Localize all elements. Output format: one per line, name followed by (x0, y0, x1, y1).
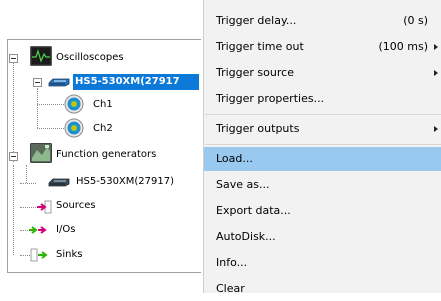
io-arrows-icon (28, 223, 52, 237)
menu-item-trigger-time-out[interactable]: Trigger time out (100 ms) (204, 35, 441, 59)
instrument-tree: Oscilloscopes HS5-530XM(27917 Ch1 Ch2 Fu… (0, 0, 201, 293)
menu-separator (205, 114, 441, 115)
menu-item-label: Export data... (216, 204, 291, 217)
tree-label-scope-device[interactable]: HS5-530XM(27917 (73, 74, 199, 90)
oscilloscope-icon (30, 46, 52, 66)
menu-item-load[interactable]: Load... (204, 147, 441, 171)
collapse-toggle-scope-device[interactable] (33, 78, 42, 87)
usb-instrument-icon (47, 176, 71, 187)
tree-label-sources[interactable]: Sources (56, 199, 96, 213)
menu-item-label: AutoDisk... (216, 230, 276, 243)
menu-item-trigger-properties[interactable]: Trigger properties... (204, 87, 441, 111)
menu-item-export-data[interactable]: Export data... (204, 199, 441, 223)
menu-item-value: (0 s) (403, 14, 428, 27)
tree-label-function-generators[interactable]: Function generators (56, 148, 156, 162)
menu-item-label: Trigger time out (216, 40, 304, 53)
usb-instrument-icon (47, 76, 71, 87)
tree-label-sinks[interactable]: Sinks (56, 248, 82, 262)
menu-item-label: Info... (216, 256, 248, 269)
menu-item-save-as[interactable]: Save as... (204, 173, 441, 197)
function-generator-icon (30, 143, 52, 163)
menu-separator (205, 144, 441, 145)
submenu-arrow-icon (434, 44, 438, 50)
sink-arrow-icon (30, 248, 50, 262)
menu-item-info[interactable]: Info... (204, 251, 441, 275)
submenu-arrow-icon (434, 70, 438, 76)
tree-label-oscilloscopes[interactable]: Oscilloscopes (56, 51, 124, 65)
menu-item-trigger-outputs[interactable]: Trigger outputs (204, 117, 441, 141)
menu-item-label: Trigger properties... (216, 92, 325, 105)
channel-icon (64, 118, 84, 138)
submenu-arrow-icon (434, 126, 438, 132)
menu-item-label: Load... (216, 152, 253, 165)
menu-item-clear[interactable]: Clear (204, 277, 441, 301)
collapse-toggle-oscilloscopes[interactable] (9, 54, 18, 63)
tree-label-ios[interactable]: I/Os (56, 223, 75, 237)
menu-item-label: Save as... (216, 178, 270, 191)
tree-label-ch2[interactable]: Ch2 (93, 122, 113, 136)
menu-item-label: Trigger outputs (216, 122, 300, 135)
tree-label-generator-device[interactable]: HS5-530XM(27917) (76, 175, 174, 189)
menu-item-label: Trigger source (216, 66, 294, 79)
menu-item-label: Trigger delay... (216, 14, 297, 27)
menu-item-value: (100 ms) (378, 40, 428, 53)
menu-item-autodisk[interactable]: AutoDisk... (204, 225, 441, 249)
context-menu: Trigger delay... (0 s) Trigger time out … (203, 0, 441, 295)
menu-item-trigger-source[interactable]: Trigger source (204, 61, 441, 85)
collapse-toggle-function-generators[interactable] (9, 152, 18, 161)
source-arrow-icon (36, 200, 52, 214)
menu-item-trigger-delay[interactable]: Trigger delay... (0 s) (204, 9, 441, 33)
tree-label-ch1[interactable]: Ch1 (93, 98, 113, 112)
menu-item-label: Clear (216, 282, 245, 295)
channel-icon (64, 94, 84, 114)
